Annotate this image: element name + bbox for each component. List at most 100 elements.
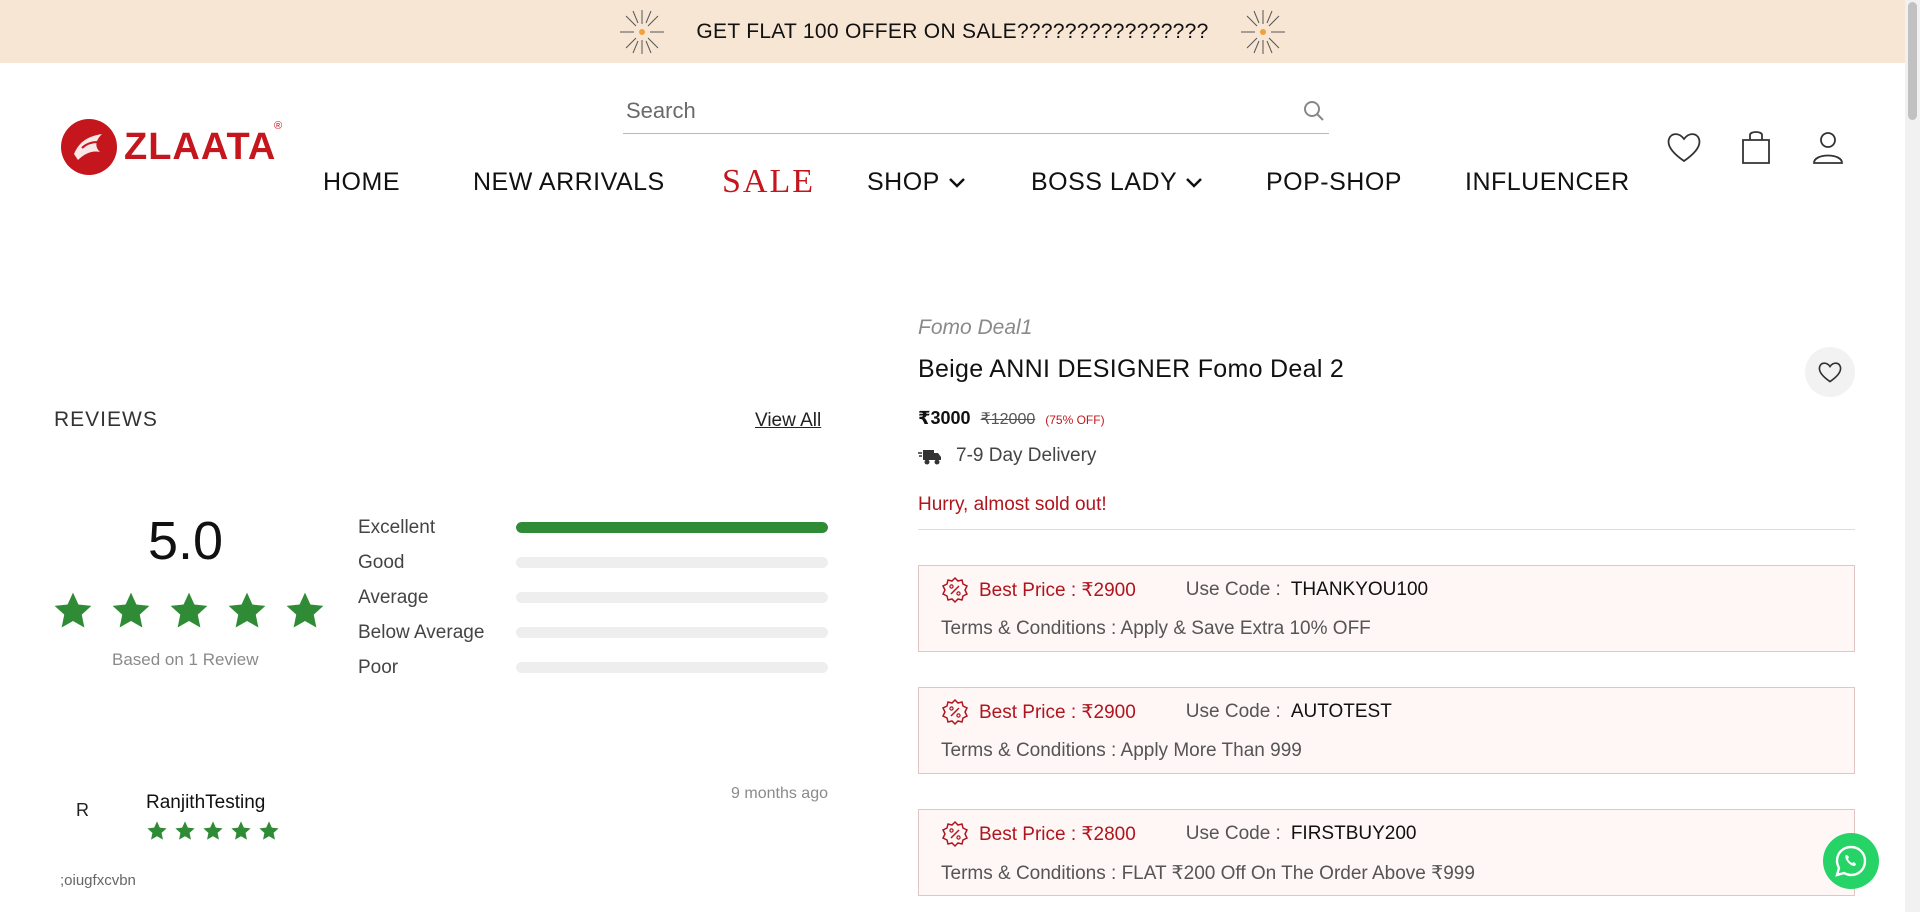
discount-percent-icon [941, 698, 969, 726]
discount-badge: (75% OFF) [1045, 413, 1105, 427]
star-icon [203, 821, 223, 840]
whatsapp-chat-button[interactable] [1823, 833, 1879, 889]
nav-pop-shop[interactable]: POP-SHOP [1266, 168, 1402, 197]
offer-best-price: Best Price : ₹2900 [979, 701, 1136, 723]
add-to-wishlist-button[interactable] [1805, 347, 1855, 397]
firework-icon [620, 9, 665, 54]
search-input[interactable] [626, 97, 1226, 124]
delivery-truck-icon [918, 450, 941, 465]
reviewer-name: RanjithTesting [146, 792, 266, 813]
nav-shop[interactable]: SHOP [867, 168, 966, 197]
offer-code[interactable]: AUTOTEST [1291, 701, 1392, 723]
rating-row-good: Good [358, 545, 828, 580]
star-icon [231, 821, 251, 840]
firework-icon [1240, 9, 1285, 54]
offer-terms: Terms & Conditions : FLAT ₹200 Off On Th… [941, 863, 1475, 884]
offer-use-code-label: Use Code : [1185, 701, 1281, 722]
nav-new-arrivals-label: NEW ARRIVALS [473, 168, 665, 196]
rating-row-below-average: Below Average [358, 615, 828, 650]
rating-bar [516, 522, 828, 533]
review-item: R RanjithTesting 9 months ago ;oiugfxcvb… [58, 780, 828, 900]
offer-use-code-label: Use Code : [1185, 823, 1281, 844]
average-rating-score: 5.0 [148, 511, 224, 571]
selling-price: ₹3000 [918, 408, 971, 428]
offer-terms: Terms & Conditions : Apply More Than 999 [941, 740, 1302, 761]
rating-bar-fill [516, 522, 828, 533]
rating-row-average: Average [358, 580, 828, 615]
logo-emblem-icon [61, 119, 117, 175]
product-brand[interactable]: Fomo Deal1 [918, 316, 1032, 340]
search-icon[interactable] [1302, 99, 1326, 123]
nav-home-label: HOME [323, 168, 400, 196]
rating-row-excellent: Excellent [358, 510, 828, 545]
price-row: ₹3000 ₹12000 (75% OFF) [918, 408, 1105, 429]
nav-boss-lady[interactable]: BOSS LADY [1031, 168, 1203, 197]
nav-influencer[interactable]: INFLUENCER [1465, 168, 1630, 197]
offer-best-price: Best Price : ₹2800 [979, 823, 1136, 845]
scrollbar-thumb[interactable] [1908, 2, 1917, 120]
logo-text: ZLAATA [124, 125, 277, 168]
nav-sale[interactable]: SALE [722, 163, 815, 201]
rating-label: Average [358, 586, 429, 608]
nav-home[interactable]: HOME [323, 168, 400, 197]
stock-notice: Hurry, almost sold out! [918, 494, 1107, 515]
offer-line: Best Price : ₹2900 Use Code : AUTOTEST [941, 698, 1392, 726]
nav-shop-label: SHOP [867, 168, 940, 196]
nav-pop-shop-label: POP-SHOP [1266, 168, 1402, 196]
star-icon [170, 592, 208, 628]
star-icon [54, 592, 92, 628]
discount-percent-icon [941, 576, 969, 604]
rating-breakdown: Excellent Good Average Below Average Poo… [358, 510, 828, 685]
rating-label: Good [358, 551, 405, 573]
view-all-reviews-link[interactable]: View All [755, 410, 821, 432]
star-icon [175, 821, 195, 840]
offer-line: Best Price : ₹2800 Use Code : FIRSTBUY20… [941, 820, 1416, 848]
offer-code[interactable]: FIRSTBUY200 [1291, 823, 1417, 845]
offer-use-code-label: Use Code : [1185, 579, 1281, 600]
original-price: ₹12000 [980, 411, 1036, 428]
product-title: Beige ANNI DESIGNER Fomo Deal 2 [918, 355, 1345, 383]
star-icon [147, 821, 167, 840]
page-scrollbar[interactable] [1905, 0, 1920, 912]
reviews-heading: REVIEWS [54, 408, 158, 431]
average-rating-stars [52, 590, 326, 632]
offer-terms: Terms & Conditions : Apply & Save Extra … [941, 618, 1371, 639]
divider [918, 529, 1855, 530]
offer-line: Best Price : ₹2900 Use Code : THANKYOU10… [941, 576, 1428, 604]
heart-icon[interactable] [1665, 128, 1703, 166]
rating-bar [516, 627, 828, 638]
nav-boss-lady-label: BOSS LADY [1031, 168, 1178, 196]
review-time: 9 months ago [731, 785, 828, 802]
star-icon [112, 592, 150, 628]
rating-label: Excellent [358, 516, 436, 538]
star-icon [228, 592, 266, 628]
offer-card: Best Price : ₹2900 Use Code : AUTOTEST T… [918, 687, 1855, 774]
delivery-info: 7-9 Day Delivery [918, 445, 1096, 467]
header-actions [1665, 128, 1847, 166]
review-count-text: Based on 1 Review [112, 650, 259, 669]
shopping-bag-icon[interactable] [1737, 128, 1775, 166]
reviewer-avatar: R [76, 800, 89, 820]
chevron-down-icon [1186, 177, 1203, 188]
rating-bar [516, 592, 828, 603]
review-text: ;oiugfxcvbn [60, 872, 136, 889]
site-logo[interactable]: ZLAATA ® [60, 118, 282, 176]
offer-card: Best Price : ₹2900 Use Code : THANKYOU10… [918, 565, 1855, 652]
user-icon[interactable] [1809, 128, 1847, 166]
nav-influencer-label: INFLUENCER [1465, 168, 1630, 196]
rating-bar [516, 557, 828, 568]
star-icon [259, 821, 279, 840]
discount-percent-icon [941, 820, 969, 848]
rating-label: Below Average [358, 621, 485, 643]
delivery-text: 7-9 Day Delivery [956, 445, 1097, 466]
rating-bar [516, 662, 828, 673]
search-bar [623, 88, 1329, 134]
announcement-text: GET FLAT 100 OFFER ON SALE??????????????… [696, 19, 1209, 43]
registered-mark: ® [274, 120, 283, 132]
offer-card: Best Price : ₹2800 Use Code : FIRSTBUY20… [918, 809, 1855, 896]
star-icon [286, 592, 324, 628]
heart-icon [1818, 362, 1842, 383]
offer-code[interactable]: THANKYOU100 [1291, 579, 1428, 601]
nav-new-arrivals[interactable]: NEW ARRIVALS [473, 168, 665, 197]
offer-best-price: Best Price : ₹2900 [979, 579, 1136, 601]
